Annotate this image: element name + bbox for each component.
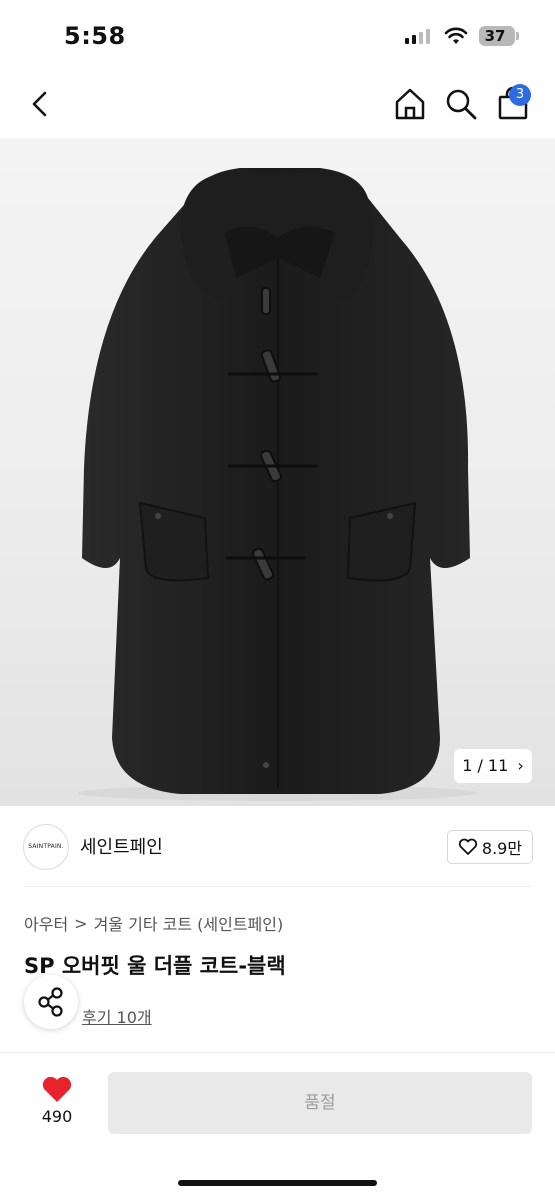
- reviews-link[interactable]: 후기 10개: [82, 1004, 152, 1028]
- divider: [24, 886, 531, 887]
- breadcrumb-category[interactable]: 겨울 기타 코트 (세인트페인): [94, 911, 284, 935]
- heart-outline-icon: [458, 838, 478, 855]
- sold-out-button[interactable]: 품절: [108, 1072, 532, 1134]
- share-icon[interactable]: [24, 975, 78, 1029]
- bottom-bar-divider: [0, 1052, 555, 1053]
- status-time: 5:58: [64, 22, 126, 50]
- breadcrumb-separator: >: [74, 913, 88, 933]
- signal-icon: [405, 29, 430, 44]
- cart-badge: 3: [509, 84, 531, 106]
- image-counter[interactable]: 1 / 11 ›: [454, 749, 532, 783]
- wifi-icon: [444, 27, 468, 44]
- chevron-right-icon: ›: [517, 756, 524, 775]
- image-counter-text: 1 / 11: [462, 756, 509, 775]
- product-image[interactable]: [0, 138, 555, 806]
- chevron-left-icon[interactable]: [26, 88, 54, 120]
- home-icon[interactable]: [392, 86, 428, 122]
- breadcrumb-outer[interactable]: 아우터: [24, 911, 68, 935]
- breadcrumb: 아우터 > 겨울 기타 코트 (세인트페인): [24, 911, 283, 935]
- coat-illustration: [78, 168, 478, 801]
- product-title: SP 오버핏 울 더플 코트-블랙: [24, 954, 286, 978]
- battery-level: 37: [484, 27, 506, 45]
- search-icon[interactable]: [444, 86, 478, 122]
- brand-like-button[interactable]: 8.9만: [447, 830, 533, 864]
- heart-filled-icon[interactable]: [41, 1075, 73, 1103]
- brand-logo[interactable]: SAINTPAIN.: [23, 824, 69, 870]
- wish-count: 490: [41, 1107, 73, 1126]
- brand-name[interactable]: 세인트페인: [80, 833, 163, 859]
- battery-cap: [516, 32, 519, 40]
- brand-like-count: 8.9만: [481, 839, 523, 858]
- home-indicator: [178, 1180, 377, 1186]
